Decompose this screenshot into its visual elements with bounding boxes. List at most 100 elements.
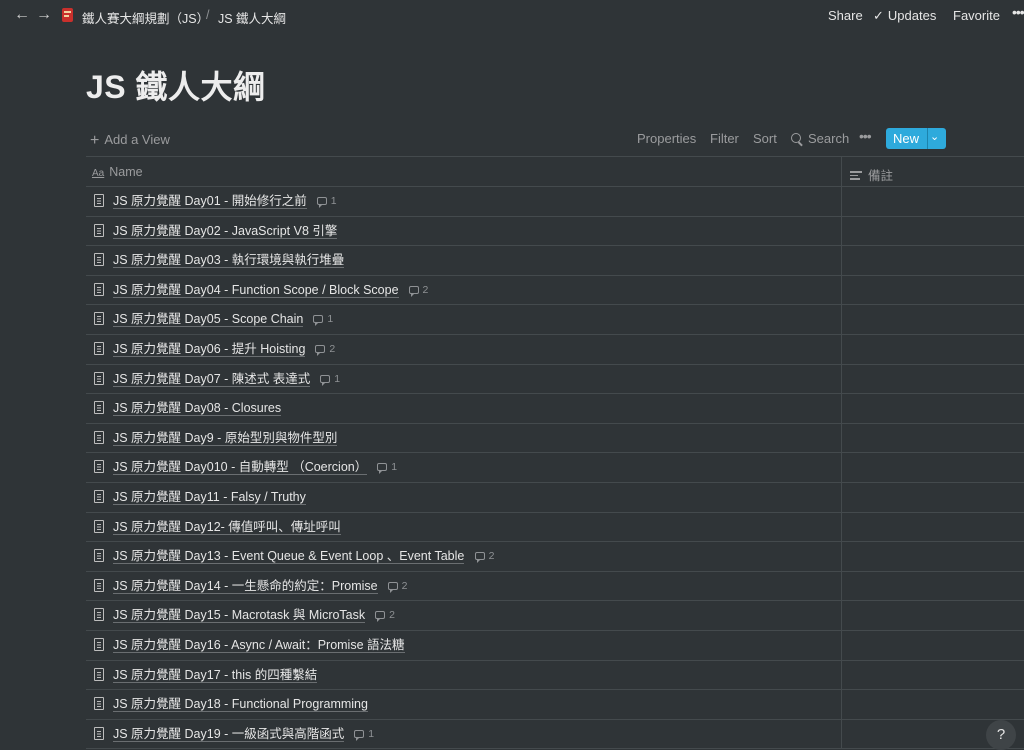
column-divider [841,719,842,749]
row-title[interactable]: JS 原力覺醒 Day08 - Closures [113,401,282,417]
comment-count[interactable]: 1 [377,461,397,475]
breadcrumb-current[interactable]: JS 鐵人大綱 [218,8,286,27]
column-notes-label: 備註 [868,169,894,183]
table-row[interactable]: JS 原力覺醒 Day010 - 自動轉型 （Coercion） 1 [86,453,1024,483]
share-button[interactable]: Share [828,8,863,23]
page-icon [94,667,104,681]
updates-button[interactable]: ✓ Updates [873,8,936,24]
comment-count-value: 1 [327,313,334,326]
table-row[interactable]: JS 原力覺醒 Day06 - 提升 Hoisting 2 [86,334,1024,365]
comment-count[interactable]: 2 [408,284,428,297]
table-row[interactable]: JS 原力覺醒 Day16 - Async / Await：Promise 語法… [86,630,1024,661]
page-icon [94,194,104,207]
row-title[interactable]: JS 原力覺醒 Day13 - Event Queue & Event Loop… [113,549,465,565]
row-title[interactable]: JS 原力覺醒 Day05 - Scope Chain [113,312,304,328]
search-button[interactable]: Search [791,131,849,146]
column-header-notes[interactable]: 備註 [850,165,893,184]
row-title[interactable]: JS 原力覺醒 Day11 - Falsy / Truthy [113,490,306,505]
page-title: JS 鐵人大綱 [86,69,266,105]
comment-count[interactable]: 1 [316,195,337,208]
filter-button[interactable]: Filter [710,131,739,146]
chevron-down-icon[interactable]: ⌄ [930,130,939,143]
comment-count[interactable]: 2 [315,343,335,356]
page-emoji-icon [62,8,73,22]
table-row[interactable]: JS 原力覺醒 Day9 - 原始型別與物件型別 [86,423,1024,454]
column-divider [841,157,842,186]
page-icon [94,371,104,385]
row-title[interactable]: JS 原力覺醒 Day9 - 原始型別與物件型別 [113,431,338,446]
more-options-icon[interactable]: ••• [1012,4,1024,20]
column-divider [841,482,842,512]
comment-count-value: 2 [401,579,408,592]
page-icon [94,697,104,711]
row-title[interactable]: JS 原力覺醒 Day12- 傳值呼叫、傳址呼叫 [113,520,341,535]
column-divider [841,542,842,571]
row-title[interactable]: JS 原力覺醒 Day19 - 一級函式與高階函式 [113,727,345,742]
table-row[interactable]: JS 原力覺醒 Day04 - Function Scope / Block S… [86,275,1024,306]
sort-button[interactable]: Sort [753,131,777,146]
new-button-label: New [893,131,920,146]
comment-bubble-icon [315,344,326,356]
row-title[interactable]: JS 原力覺醒 Day07 - 陳述式 表達式 [113,372,311,387]
table-row[interactable]: JS 原力覺醒 Day12- 傳值呼叫、傳址呼叫 [86,512,1024,543]
page-icon [94,430,104,444]
view-more-icon[interactable]: ••• [859,128,872,144]
comment-count[interactable]: 1 [354,728,374,741]
column-divider [841,571,842,601]
row-title[interactable]: JS 原力覺醒 Day04 - Function Scope / Block S… [113,283,399,298]
column-divider [841,275,842,305]
comment-count-value: 1 [334,372,341,385]
table-row[interactable]: JS 原力覺醒 Day08 - Closures [86,394,1024,424]
comment-bubble-icon [354,729,365,741]
row-title[interactable]: JS 原力覺醒 Day18 - Functional Programming [113,697,368,713]
add-view-button[interactable]: + Add a View [90,131,170,149]
row-title[interactable]: JS 原力覺醒 Day17 - this 的四種繫結 [113,668,318,683]
comment-count[interactable]: 2 [387,579,408,593]
comment-count[interactable]: 1 [313,313,334,327]
row-title[interactable]: JS 原力覺醒 Day01 - 開始修行之前 [113,194,307,209]
row-title[interactable]: JS 原力覺醒 Day010 - 自動轉型 （Coercion） [113,460,368,476]
row-title[interactable]: JS 原力覺醒 Day06 - 提升 Hoisting [113,342,306,357]
back-arrow-icon[interactable]: ← [14,6,30,24]
comment-count[interactable]: 1 [320,372,341,386]
properties-button[interactable]: Properties [637,131,696,146]
table-header: Aa Name 備註 [86,156,1024,187]
column-divider [841,394,842,423]
comment-count[interactable]: 2 [474,550,494,564]
table-row[interactable]: JS 原力覺醒 Day17 - this 的四種繫結 [86,660,1024,691]
table-row[interactable]: JS 原力覺醒 Day05 - Scope Chain 1 [86,305,1024,335]
search-label: Search [808,131,850,146]
table-row[interactable]: JS 原力覺醒 Day07 - 陳述式 表達式 1 [86,364,1024,395]
comment-bubble-icon [375,611,386,623]
comment-count-value: 2 [389,609,395,622]
table-row[interactable]: JS 原力覺醒 Day19 - 一級函式與高階函式 1 [86,719,1024,750]
column-divider [841,334,842,364]
favorite-button[interactable]: Favorite [953,8,1000,23]
table-row[interactable]: JS 原力覺醒 Day03 - 執行環境與執行堆疊 [86,246,1024,276]
row-title[interactable]: JS 原力覺醒 Day02 - JavaScript V8 引擎 [113,224,338,239]
table-row[interactable]: JS 原力覺醒 Day15 - Macrotask 與 MicroTask 2 [86,601,1024,631]
table-row[interactable]: JS 原力覺醒 Day18 - Functional Programming [86,690,1024,720]
column-header-name[interactable]: Aa Name [92,165,143,179]
table-row[interactable]: JS 原力覺醒 Day11 - Falsy / Truthy [86,482,1024,513]
row-title[interactable]: JS 原力覺醒 Day14 - 一生懸命的約定：Promise [113,579,378,594]
table-row[interactable]: JS 原力覺醒 Day14 - 一生懸命的約定：Promise 2 [86,571,1024,602]
column-divider [841,305,842,334]
comment-count[interactable]: 2 [375,609,395,623]
row-title[interactable]: JS 原力覺醒 Day16 - Async / Await：Promise 語法… [113,638,405,653]
plus-icon: + [90,132,100,149]
help-button[interactable]: ? [986,720,1016,750]
breadcrumb-parent[interactable]: 鐵人賽大綱規劃（JS） [82,8,209,27]
row-title[interactable]: JS 原力覺醒 Day03 - 執行環境與執行堆疊 [113,253,345,269]
page-icon [94,312,104,326]
table-row[interactable]: JS 原力覺醒 Day01 - 開始修行之前 1 [86,187,1024,217]
table-row[interactable]: JS 原力覺醒 Day02 - JavaScript V8 引擎 [86,216,1024,247]
page-icon [94,460,104,474]
forward-arrow-icon[interactable]: → [36,6,52,24]
new-button[interactable]: New ⌄ [886,128,946,149]
table-row[interactable]: JS 原力覺醒 Day13 - Event Queue & Event Loop… [86,542,1024,572]
comment-bubble-icon [377,463,388,475]
updates-label: Updates [887,8,937,23]
page-icon [94,282,104,296]
row-title[interactable]: JS 原力覺醒 Day15 - Macrotask 與 MicroTask [113,608,366,624]
